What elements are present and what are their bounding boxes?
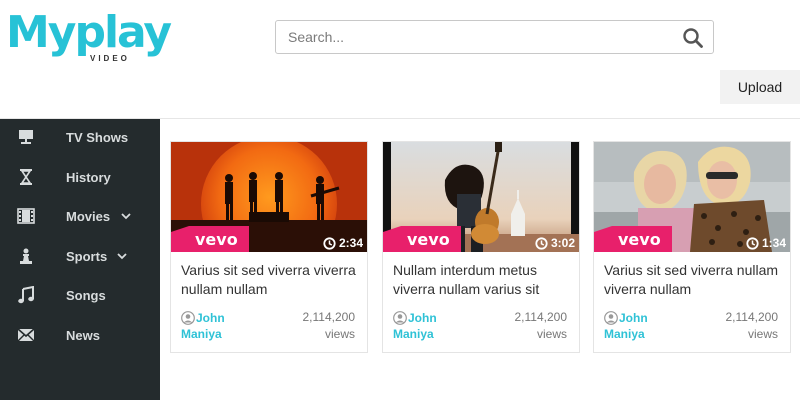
music-icon [18,286,34,304]
author-last-name: Maniya [393,327,434,341]
sidebar-item-label: TV Shows [66,129,129,145]
search-input[interactable] [276,21,676,53]
sidebar-item-label: History [66,169,111,185]
vevo-text: vevo [407,230,450,249]
sidebar-item-movies[interactable]: Movies [0,198,160,234]
search-icon[interactable] [682,27,704,49]
film-icon [17,208,35,224]
sidebar-item-label: Sports [66,248,108,264]
video-title[interactable]: Varius sit sed viverra nullam viverra nu… [604,261,784,299]
chevron-down-icon[interactable] [116,250,128,262]
logo-subtext: VIDEO [90,54,130,63]
user-avatar-icon [393,311,407,325]
sidebar-item-label: Songs [66,287,106,303]
view-count: 2,114,200 [514,310,568,324]
upload-button[interactable]: Upload [720,70,800,104]
vevo-badge: vevo [594,226,672,252]
video-author[interactable]: John Maniya [393,310,483,342]
video-thumbnail[interactable]: vevo 3:02 [383,142,579,252]
chess-icon [20,248,32,264]
search-box [275,20,714,54]
video-title[interactable]: Nullam interdum metus viverra nullam var… [393,261,573,299]
duration-text: 3:02 [550,236,575,250]
video-thumbnail[interactable]: vevo 2:34 [171,142,367,252]
clock-icon [535,236,548,250]
user-avatar-icon [181,311,195,325]
video-duration: 3:02 [535,236,575,250]
clock-icon [746,236,759,250]
view-count: 2,114,200 [302,310,356,324]
video-author[interactable]: John Maniya [181,310,271,342]
author-first-name: John [619,311,648,325]
sidebar-item-songs[interactable]: Songs [0,277,160,313]
chevron-down-icon[interactable] [120,210,132,222]
logo-text: Myplay [6,7,172,58]
clock-icon [323,236,336,250]
logo[interactable]: Myplay VIDEO [6,8,172,68]
video-title[interactable]: Varius sit sed viverra viverra nullam nu… [181,261,361,299]
views-label: views [324,327,355,341]
video-author[interactable]: John Maniya [604,310,694,342]
sidebar: TV Shows History Movies Sports Songs New… [0,119,160,400]
duration-text: 2:34 [338,236,363,250]
video-duration: 1:34 [746,236,786,250]
author-last-name: Maniya [604,327,645,341]
duration-text: 1:34 [761,236,786,250]
tv-icon [19,130,33,144]
video-card[interactable]: vevo 2:34 Varius sit sed viverra viverra… [170,141,368,353]
sidebar-item-label: News [66,327,100,343]
author-first-name: John [196,311,225,325]
sidebar-item-history[interactable]: History [0,159,160,195]
hourglass-icon [20,169,32,185]
sidebar-item-label: Movies [66,208,111,224]
sidebar-item-news[interactable]: News [0,317,160,353]
sidebar-item-sports[interactable]: Sports [0,238,160,274]
views-label: views [536,327,567,341]
author-last-name: Maniya [181,327,222,341]
vevo-text: vevo [195,230,238,249]
views-label: views [747,327,778,341]
video-duration: 2:34 [323,236,363,250]
vevo-badge: vevo [383,226,461,252]
vevo-text: vevo [618,230,661,249]
view-count: 2,114,200 [725,310,779,324]
user-avatar-icon [604,311,618,325]
author-first-name: John [408,311,437,325]
vevo-badge: vevo [171,226,249,252]
sidebar-item-tv-shows[interactable]: TV Shows [0,119,160,155]
video-thumbnail[interactable]: vevo 1:34 [594,142,790,252]
video-card[interactable]: vevo 3:02 Nullam interdum metus viverra … [382,141,580,353]
video-card[interactable]: vevo 1:34 Varius sit sed viverra nullam … [593,141,791,353]
envelope-icon [17,328,35,342]
